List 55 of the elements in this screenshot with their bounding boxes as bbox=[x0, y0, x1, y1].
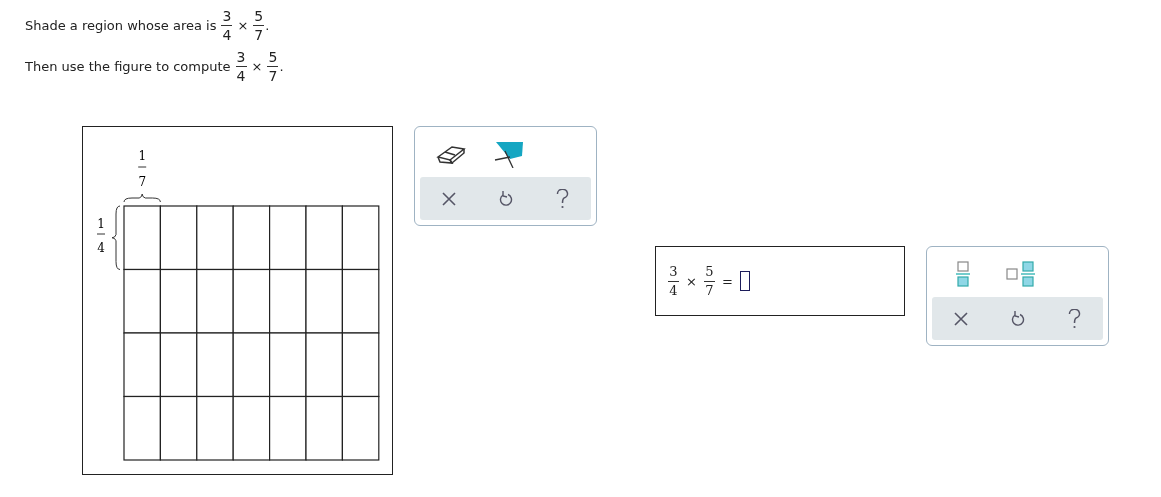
grid-cell[interactable] bbox=[269, 205, 307, 271]
times-sign: × bbox=[251, 59, 263, 74]
fraction: 5 7 bbox=[253, 8, 265, 43]
grid-cell[interactable] bbox=[305, 205, 343, 271]
help-icon[interactable] bbox=[1068, 308, 1081, 329]
fraction: 3 4 bbox=[668, 263, 679, 299]
instruction-text: Then use the figure to compute bbox=[25, 59, 231, 74]
shade-icon[interactable] bbox=[493, 140, 525, 168]
grid-cell[interactable] bbox=[159, 205, 198, 271]
grid-cell[interactable] bbox=[159, 268, 198, 334]
grid-cell[interactable] bbox=[123, 332, 161, 398]
period: . bbox=[279, 59, 284, 74]
fraction: 3 4 bbox=[221, 8, 233, 43]
grid-cell[interactable] bbox=[341, 395, 380, 461]
fraction: 5 7 bbox=[703, 263, 715, 299]
grid-cell[interactable] bbox=[305, 268, 343, 334]
grid-cell[interactable] bbox=[196, 332, 234, 398]
grid-cell[interactable] bbox=[159, 395, 198, 461]
grid-cell[interactable] bbox=[232, 268, 271, 334]
fraction: 5 7 bbox=[267, 49, 279, 84]
close-icon[interactable] bbox=[441, 191, 456, 206]
grid-cell[interactable] bbox=[196, 205, 234, 271]
grid-cell[interactable] bbox=[196, 395, 234, 461]
help-icon[interactable] bbox=[556, 188, 569, 209]
period: . bbox=[265, 18, 270, 33]
grid-cell[interactable] bbox=[305, 332, 343, 398]
eraser-icon[interactable] bbox=[436, 143, 466, 165]
instruction-text: Shade a region whose area is bbox=[25, 18, 217, 33]
times-sign: × bbox=[237, 18, 249, 33]
equals-sign: = bbox=[721, 273, 733, 289]
grid-cell[interactable] bbox=[269, 332, 307, 398]
grid-cell[interactable] bbox=[123, 268, 161, 334]
close-icon[interactable] bbox=[953, 311, 968, 326]
grid-cell[interactable] bbox=[159, 332, 198, 398]
answer-field[interactable] bbox=[739, 271, 750, 291]
undo-icon[interactable] bbox=[498, 190, 513, 207]
grid-cell[interactable] bbox=[341, 205, 380, 271]
grid-cell[interactable] bbox=[305, 395, 343, 461]
grid-cell[interactable] bbox=[232, 395, 271, 461]
undo-icon[interactable] bbox=[1010, 310, 1025, 327]
grid-cell[interactable] bbox=[341, 268, 380, 334]
fraction-label: 1 4 bbox=[96, 217, 106, 255]
grid-cell[interactable] bbox=[232, 205, 271, 271]
brace-drawing bbox=[123, 193, 161, 203]
grid-cell[interactable] bbox=[269, 268, 307, 334]
grid-cell[interactable] bbox=[123, 205, 161, 271]
grid-cell[interactable] bbox=[269, 395, 307, 461]
times-sign: × bbox=[686, 273, 697, 289]
grid-cell[interactable] bbox=[341, 332, 380, 398]
grid-cell[interactable] bbox=[196, 268, 234, 334]
brace-drawing bbox=[111, 205, 121, 270]
grid-cell[interactable] bbox=[123, 395, 161, 461]
grid-cell[interactable] bbox=[232, 332, 271, 398]
fraction: 3 4 bbox=[235, 49, 247, 84]
fraction-label: 1 7 bbox=[137, 149, 147, 189]
